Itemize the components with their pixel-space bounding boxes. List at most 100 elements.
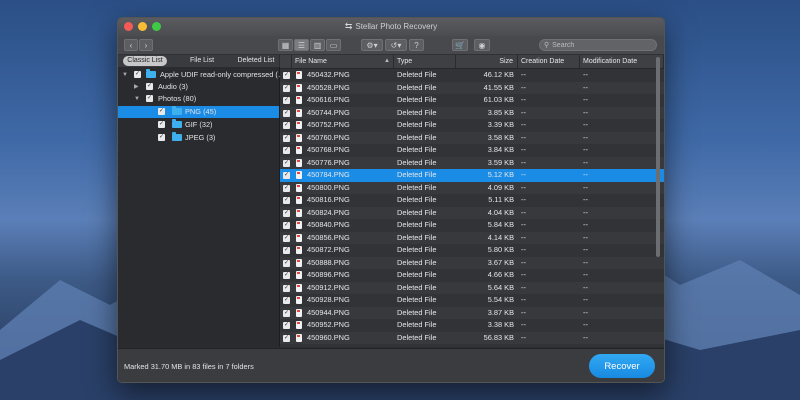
row-checkbox[interactable]: ✓ [283,197,290,204]
tree-item-audio[interactable]: ▶ ✓ Audio (3) [118,81,279,93]
table-row[interactable]: ✓ 450776.PNG Deleted File 3.59 KB -- -- [280,156,664,169]
table-row[interactable]: ✓ 450912.PNG Deleted File 5.64 KB -- -- [280,281,664,294]
table-row[interactable]: ✓ 450888.PNG Deleted File 3.67 KB -- -- [280,256,664,269]
file-rows: ✓ 450432.PNG Deleted File 46.12 KB -- -- ✓ 4505… [280,69,664,347]
table-row[interactable]: ✓ 450856.PNG Deleted File 4.14 KB -- -- [280,231,664,244]
checkbox-checked[interactable]: ✓ [158,121,165,128]
vertical-scrollbar[interactable] [656,57,660,257]
account-button[interactable]: ◉ [474,39,490,51]
table-row[interactable]: ✓ 450840.PNG Deleted File 5.84 KB -- -- [280,219,664,232]
row-checkbox[interactable]: ✓ [283,334,290,342]
help-button[interactable]: ? [409,39,424,51]
column-view-button[interactable]: ▥ [310,39,325,51]
creation-date-cell: -- [521,145,526,154]
table-row[interactable]: ✓ 450432.PNG Deleted File 46.12 KB -- -- [280,69,664,82]
forward-button[interactable]: › [139,39,153,51]
file-name-cell: 450872.PNG [307,245,350,254]
row-checkbox[interactable]: ✓ [283,209,290,217]
table-row[interactable]: ✓ 450768.PNG Deleted File 3.84 KB -- -- [280,144,664,157]
row-checkbox[interactable]: ✓ [283,184,290,192]
file-name-cell: 450528.PNG [307,82,350,92]
row-checkbox[interactable]: ✓ [283,72,290,79]
row-checkbox[interactable]: ✓ [283,309,290,317]
table-row[interactable]: ✓ 450616.PNG Deleted File 61.03 KB -- -- [280,94,664,107]
table-row[interactable]: ✓ 450952.PNG Deleted File 3.38 KB -- -- [280,319,664,332]
row-checkbox[interactable]: ✓ [283,272,290,279]
table-row[interactable]: ✓ 450816.PNG Deleted File 5.11 KB -- -- [280,194,664,207]
table-row[interactable]: ✓ 450784.PNG Deleted File 5.12 KB -- -- [280,169,664,182]
file-type-cell: Deleted File [397,320,437,329]
tree-item-photos[interactable]: ▼ ✓ Photos (80) [118,93,279,105]
row-checkbox[interactable]: ✓ [283,222,290,229]
checkbox-checked[interactable]: ✓ [146,83,153,90]
png-file-icon [296,221,302,229]
modification-date-cell: -- [583,232,588,242]
png-file-icon [296,208,302,217]
row-checkbox[interactable]: ✓ [283,109,290,117]
tab-deleted-list[interactable]: Deleted List [235,56,277,66]
tree-item-gif[interactable]: ✓ GIF (32) [118,119,279,131]
file-size-cell: 3.59 KB [487,157,514,167]
row-checkbox[interactable]: ✓ [283,322,290,329]
history-button[interactable]: ↺▾ [385,39,407,51]
table-row[interactable]: ✓ 450944.PNG Deleted File 3.87 KB -- -- [280,306,664,319]
row-checkbox[interactable]: ✓ [283,284,290,292]
row-checkbox[interactable]: ✓ [283,234,290,242]
tree-item-jpeg[interactable]: ✓ JPEG (3) [118,132,279,144]
checkbox-checked[interactable]: ✓ [134,71,141,78]
header-size[interactable]: Size [456,55,518,68]
table-row[interactable]: ✓ 450800.PNG Deleted File 4.09 KB -- -- [280,181,664,194]
header-type[interactable]: Type [394,55,456,68]
row-checkbox[interactable]: ✓ [283,259,290,267]
coverflow-view-button[interactable]: ▭ [326,39,341,51]
table-row[interactable]: ✓ 450752.PNG Deleted File 3.39 KB -- -- [280,119,664,132]
row-checkbox[interactable]: ✓ [283,297,290,304]
tab-file-list[interactable]: File List [184,56,220,66]
png-file-icon [296,333,302,342]
back-button[interactable]: ‹ [124,39,138,51]
table-row[interactable]: ✓ 450896.PNG Deleted File 4.66 KB -- -- [280,269,664,282]
table-row[interactable]: ✓ 450824.PNG Deleted File 4.04 KB -- -- [280,206,664,219]
file-size-cell: 3.84 KB [487,145,514,154]
table-row[interactable]: ✓ 450872.PNG Deleted File 5.80 KB -- -- [280,244,664,257]
header-checkbox-column [280,55,292,68]
header-modification-date[interactable]: Modification Date [580,55,664,68]
modification-date-cell: -- [583,157,588,167]
file-size-cell: 5.54 KB [487,295,514,304]
tab-classic-list[interactable]: Classic List [123,56,167,66]
row-checkbox[interactable]: ✓ [283,97,290,104]
tree-item-png[interactable]: ✓ PNG (45) [118,106,279,118]
row-checkbox[interactable]: ✓ [283,247,290,254]
row-checkbox[interactable]: ✓ [283,147,290,154]
png-file-icon [296,121,302,129]
row-checkbox[interactable]: ✓ [283,159,290,167]
file-type-cell: Deleted File [397,232,437,242]
header-creation-date[interactable]: Creation Date [518,55,580,68]
table-row[interactable]: ✓ 450528.PNG Deleted File 41.55 KB -- -- [280,81,664,94]
modification-date-cell: -- [583,195,588,204]
checkbox-checked[interactable]: ✓ [158,108,165,115]
search-field[interactable]: ⚲ Search [539,39,657,51]
file-type-cell: Deleted File [397,245,437,254]
grid-view-button[interactable]: ▦ [278,39,293,51]
table-row[interactable]: ✓ 450960.PNG Deleted File 56.83 KB -- -- [280,331,664,344]
file-size-cell: 3.39 KB [487,120,514,129]
list-view-button[interactable]: ☰ [294,39,309,51]
settings-button[interactable]: ⚙▾ [361,39,383,51]
row-checkbox[interactable]: ✓ [283,84,290,92]
header-file-name[interactable]: File Name ▲ [292,55,394,68]
checkbox-checked[interactable]: ✓ [146,95,153,102]
table-row[interactable]: ✓ 450744.PNG Deleted File 3.85 KB -- -- [280,106,664,119]
file-type-cell: Deleted File [397,95,437,104]
row-checkbox[interactable]: ✓ [283,134,290,142]
recover-button[interactable]: Recover [589,354,655,378]
row-checkbox[interactable]: ✓ [283,172,290,179]
row-checkbox[interactable]: ✓ [283,122,290,129]
png-file-icon [296,108,302,117]
modification-date-cell: -- [583,120,588,129]
tree-item-apple-udif[interactable]: ▼ ✓ Apple UDIF read-only compressed (… [118,69,285,81]
cart-button[interactable]: 🛒 [452,39,468,51]
checkbox-checked[interactable]: ✓ [158,134,165,141]
table-row[interactable]: ✓ 450760.PNG Deleted File 3.58 KB -- -- [280,131,664,144]
table-row[interactable]: ✓ 450928.PNG Deleted File 5.54 KB -- -- [280,294,664,307]
